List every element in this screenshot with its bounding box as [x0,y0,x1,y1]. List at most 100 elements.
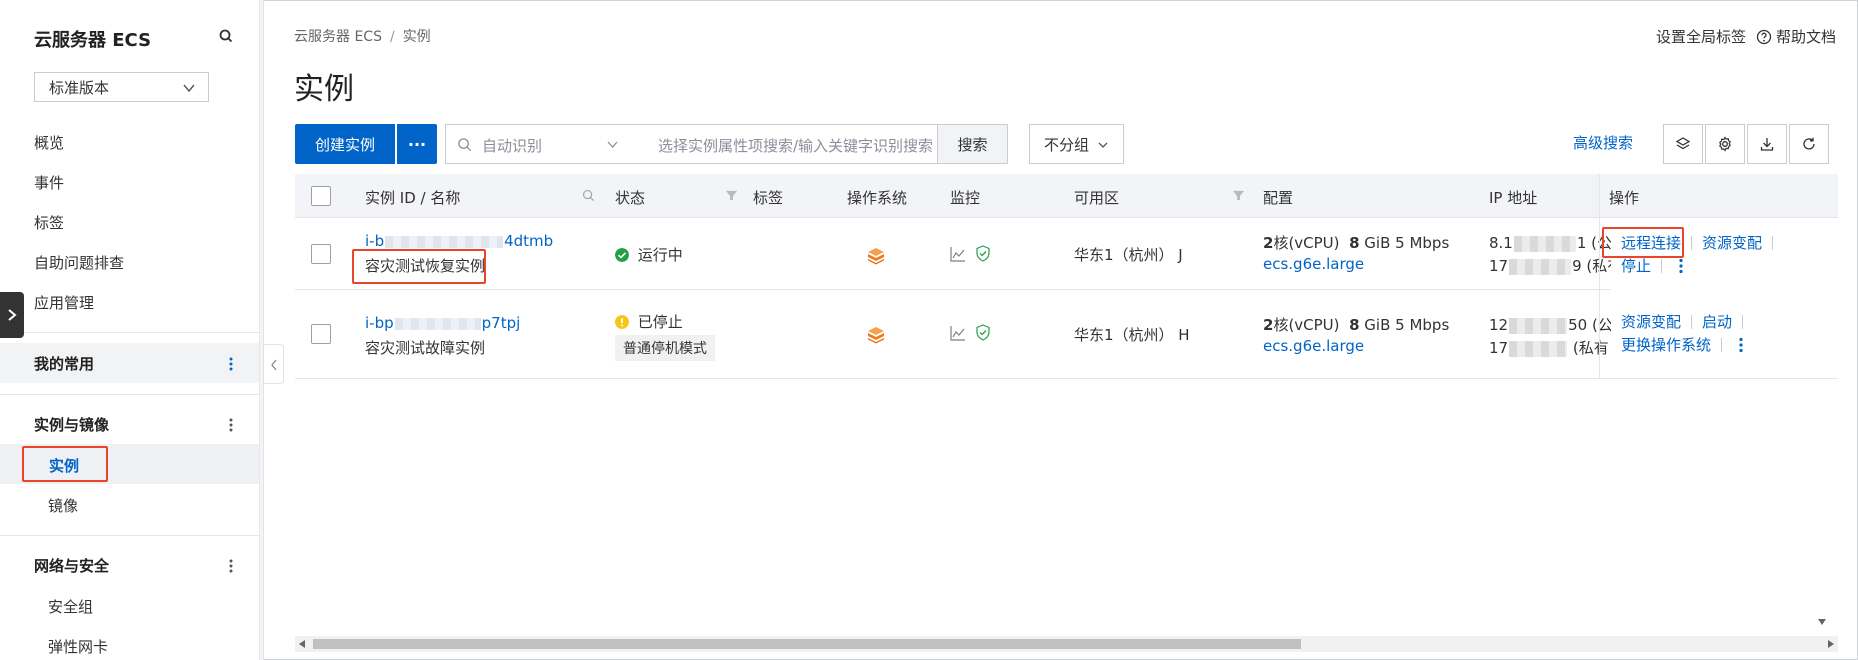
ip-prefix: 12 [1489,316,1509,334]
refresh-icon [1803,137,1815,150]
layers-button[interactable] [1663,124,1703,164]
search-input[interactable]: 自动识别 选择实例属性项搜索/输入关键字识别搜索 [445,124,938,164]
page-title: 实例 [294,72,354,107]
ip-prefix: 17 [1489,257,1509,275]
horizontal-scrollbar[interactable] [295,636,1838,652]
sidebar-item-security-group[interactable]: 安全组 [48,596,93,617]
os-icon [868,327,884,344]
ip-suffix: 50 (公 [1568,316,1613,334]
search-icon[interactable] [218,28,234,44]
breadcrumb-current: 实例 [402,29,431,45]
resize-link[interactable]: 资源变配 [1621,313,1681,331]
start-link[interactable]: 启动 [1702,313,1732,331]
help-docs-link[interactable]: 帮助文档 [1756,26,1836,47]
memory-value: 8 [1349,316,1360,334]
column-header-zone: 可用区 [1074,189,1120,207]
column-header-os: 操作系统 [847,189,908,207]
more-vertical-icon[interactable] [1739,337,1743,353]
sidebar-item-eni[interactable]: 弹性网卡 [48,636,108,657]
redacted-text [1509,258,1572,275]
row-checkbox[interactable] [311,324,331,344]
redacted-text [1509,317,1568,334]
help-circle-icon [1756,29,1772,44]
create-instance-button[interactable]: 创建实例 [295,124,395,164]
sidebar-item-overview[interactable]: 概览 [34,132,64,153]
column-header-tags: 标签 [753,189,784,207]
settings-button[interactable] [1705,124,1745,164]
filter-icon[interactable] [1232,189,1245,202]
public-ip: 12 50 (公 [1489,314,1613,335]
table-row: i-bp p7tpj 容灾测试故障实例 已停止 普通停机模式 华东1（杭州） H … [295,290,1838,379]
status-text: 运行中 [637,246,683,264]
sidebar-item-images[interactable]: 镜像 [48,495,78,516]
more-vertical-icon[interactable] [229,356,233,372]
sidebar-title: 云服务器 ECS [34,30,152,51]
chevron-down-icon [607,141,618,148]
instance-id-prefix: i-b [365,232,385,250]
sidebar-group-network-security[interactable]: 网络与安全 [0,545,259,585]
status-badge: 已停止 [615,311,683,332]
download-button[interactable] [1747,124,1787,164]
scroll-right-arrow[interactable] [1828,640,1834,648]
search-icon[interactable] [582,189,595,202]
download-icon [1760,138,1774,151]
shield-check-icon[interactable] [975,245,991,262]
sticky-column-shadow [1599,174,1600,379]
scrollbar-thumb[interactable] [313,639,1301,649]
memory-unit: GiB 5 Mbps [1364,234,1450,252]
column-header-id-name: 实例 ID / 名称 [365,189,461,207]
scroll-left-arrow[interactable] [299,640,305,648]
column-header-status: 状态 [615,189,646,207]
resize-link[interactable]: 资源变配 [1702,234,1762,252]
create-more-button[interactable]: ··· [397,124,437,164]
search-button[interactable]: 搜索 [938,124,1008,164]
highlight-box [22,446,108,482]
sidebar: 云服务器 ECS 标准版本 概览 事件 标签 自助问题排查 应用管理 我的常用 … [0,0,260,660]
cpu-value: 2 [1263,234,1274,252]
group-select[interactable]: 不分组 [1029,124,1124,164]
column-header-ip: IP 地址 [1489,189,1538,207]
version-select[interactable]: 标准版本 [34,72,209,102]
change-os-link[interactable]: 更换操作系统 [1621,336,1711,354]
select-all-checkbox[interactable] [311,186,331,206]
breadcrumb-root[interactable]: 云服务器 ECS [294,29,382,45]
scroll-down-arrow[interactable] [1818,619,1826,625]
advanced-search-link[interactable]: 高级搜索 [1573,132,1633,153]
sidebar-group-favorites[interactable]: 我的常用 [0,343,259,383]
sidebar-item-events[interactable]: 事件 [34,172,64,193]
breadcrumb-separator: / [389,29,395,45]
instance-type-link[interactable]: ecs.g6e.large [1263,255,1364,273]
more-vertical-icon[interactable] [229,558,233,574]
sidebar-item-troubleshoot[interactable]: 自助问题排查 [34,252,124,273]
row-checkbox[interactable] [311,244,331,264]
table-header: 实例 ID / 名称 状态 标签 操作系统 监控 可用区 配置 IP 地址 操作 [295,174,1838,218]
global-tags-link[interactable]: 设置全局标签 [1656,26,1746,47]
stop-link[interactable]: 停止 [1621,257,1651,275]
sidebar-item-app-management[interactable]: 应用管理 [34,292,94,313]
sidebar-group-label: 我的常用 [34,354,95,373]
chevron-down-icon [1098,142,1108,148]
instance-id-link[interactable]: i-bp p7tpj [365,314,520,332]
sidebar-group-instances-images[interactable]: 实例与镜像 [0,404,259,444]
highlight-box [352,249,486,284]
os-icon [868,248,884,265]
filter-icon[interactable] [725,189,738,202]
cpu-unit: 核(vCPU) [1273,316,1340,334]
chart-line-icon[interactable] [950,246,966,262]
chevron-left-icon [271,359,277,371]
search-type-select[interactable]: 自动识别 [482,135,542,156]
shield-check-icon[interactable] [975,324,991,341]
instance-id-suffix: 4dtmb [504,232,554,250]
sidebar-item-tags[interactable]: 标签 [34,212,64,233]
expand-panel-button[interactable] [0,292,24,338]
actions-line: 更换操作系统 [1621,334,1743,355]
instance-type-link[interactable]: ecs.g6e.large [1263,337,1364,355]
refresh-button[interactable] [1789,124,1829,164]
private-ip: 17 (私有 [1489,337,1609,358]
collapse-sidebar-button[interactable] [264,344,284,384]
more-vertical-icon[interactable] [229,417,233,433]
instance-id-link[interactable]: i-b 4dtmb [365,232,553,250]
chevron-right-icon [8,309,17,321]
more-vertical-icon[interactable] [1679,258,1683,274]
chart-line-icon[interactable] [950,325,966,341]
